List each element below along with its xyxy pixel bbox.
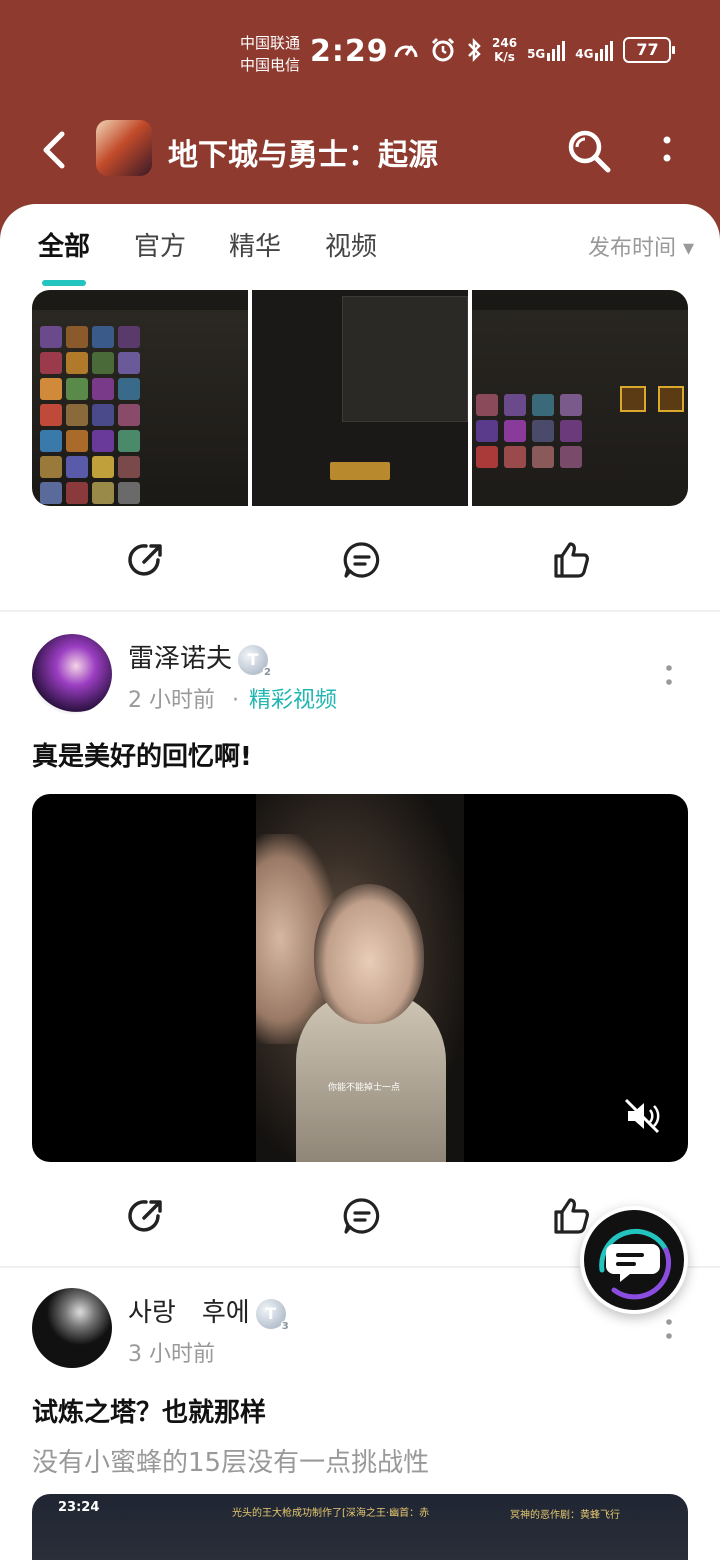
signal-1-label: 5G (527, 47, 546, 61)
floating-chat-button[interactable] (580, 1206, 688, 1314)
username-text: 雷泽诺夫 (128, 644, 233, 674)
badge-letter: T (265, 1303, 277, 1323)
filter-tabs: 全部 官方 精华 视频 发布时间 ▾ (0, 226, 720, 286)
signal-bars-icon (595, 39, 614, 61)
chat-bubble-icon (599, 1228, 672, 1300)
thumb-text: 冥神的恶作剧：黄蜂飞行 (510, 1510, 620, 1521)
sort-dropdown[interactable]: 发布时间 ▾ (588, 230, 694, 262)
back-button[interactable] (36, 128, 76, 172)
carrier-1: 中国联通 (240, 34, 301, 52)
share-button[interactable] (124, 538, 168, 582)
battery-indicator: 77 (623, 37, 676, 63)
net-speed-value: 246 (492, 36, 518, 50)
net-speed: 246 K/s (492, 36, 517, 64)
signal-2-label: 4G (575, 47, 594, 61)
post-image[interactable]: 23:24 光头的王大枪成功制作了[深海之王·幽首：赤 冥神的恶作剧：黄蜂飞行 (32, 1494, 688, 1560)
carrier-2: 中国电信 (240, 56, 301, 74)
search-button[interactable] (566, 128, 612, 174)
feed-panel: 全部 官方 精华 视频 发布时间 ▾ 雷泽诺夫 T 2 2 小时前 · 精彩视频… (0, 204, 720, 1560)
post-tag[interactable]: 精彩视频 (249, 688, 337, 713)
avatar[interactable] (32, 634, 112, 714)
alarm-icon (431, 37, 455, 62)
post-image[interactable] (252, 290, 468, 506)
post-more-button[interactable] (664, 660, 674, 690)
post-header: 雷泽诺夫 T 2 2 小时前 · 精彩视频 (32, 634, 688, 714)
post-title[interactable]: 试炼之塔？也就那样 (32, 1392, 266, 1429)
thumbs-up-icon (554, 542, 589, 578)
thumb-text: 光头的王大枪成功制作了[深海之王·幽首：赤 (232, 1508, 430, 1519)
meta-separator: · (232, 688, 239, 713)
chevron-left-icon (43, 131, 65, 169)
avatar[interactable] (32, 1288, 112, 1368)
more-vertical-icon (666, 665, 672, 685)
status-bar: 中国联通 中国电信 2:29 246 K/s 5G 4G 77 (0, 0, 720, 100)
signal-1: 5G (527, 39, 566, 61)
more-vertical-icon (666, 1319, 672, 1339)
tab-featured[interactable]: 精华 (229, 226, 281, 263)
username[interactable]: 사랑 후에 T 3 (128, 1292, 290, 1333)
like-button[interactable] (550, 538, 594, 582)
tab-all[interactable]: 全部 (38, 226, 90, 263)
post-image[interactable] (32, 290, 248, 506)
tab-video[interactable]: 视频 (325, 226, 377, 263)
mute-button[interactable] (622, 1096, 662, 1136)
username[interactable]: 雷泽诺夫 T 2 (128, 638, 273, 679)
app-header: 地下城与勇士：起源 (0, 110, 720, 190)
post-image-grid (32, 290, 688, 506)
post-divider (0, 610, 720, 612)
share-icon (128, 544, 162, 576)
post-meta: 3 小时前 (128, 1336, 215, 1368)
volume-mute-icon (624, 1098, 660, 1134)
tab-active-indicator (42, 280, 86, 286)
video-subtitle: 你能不能掉士一点 (328, 1083, 401, 1093)
comment-button[interactable] (340, 538, 384, 582)
username-text: 사랑 후에 (128, 1298, 250, 1328)
status-clock: 2:29 (310, 34, 389, 69)
share-button[interactable] (124, 1194, 168, 1238)
comment-button[interactable] (340, 1194, 384, 1238)
comment-icon (343, 1198, 380, 1234)
post-more-button[interactable] (664, 1314, 674, 1344)
game-avatar[interactable] (96, 120, 152, 176)
badge-level: 2 (263, 666, 273, 679)
post-title[interactable]: 真是美好的回忆啊! (32, 736, 252, 773)
post-body[interactable]: 没有小蜜蜂的15层没有一点挑战性 (32, 1442, 429, 1479)
signal-bars-icon (547, 39, 566, 61)
search-icon (568, 130, 611, 173)
status-icons: 246 K/s 5G 4G 77 (392, 36, 676, 64)
video-player[interactable]: 你能不能掉士一点 (32, 794, 688, 1162)
share-icon (128, 1200, 162, 1232)
badge-letter: T (247, 649, 259, 669)
page-title: 地下城与勇士：起源 (168, 138, 438, 173)
speedometer-icon (394, 45, 418, 58)
net-speed-unit: K/s (494, 50, 515, 64)
post-time: 2 小时前 (128, 688, 215, 713)
carrier-info: 中国联通 中国电信 (240, 32, 300, 76)
more-vertical-icon (663, 136, 671, 162)
tab-official[interactable]: 官方 (134, 226, 186, 263)
comment-icon (343, 542, 380, 578)
post-time: 3 小时前 (128, 1342, 215, 1367)
post-actions (0, 530, 720, 590)
bluetooth-icon (468, 37, 481, 63)
user-level-badge: T2 (238, 644, 273, 679)
post-meta: 2 小时前 · 精彩视频 (128, 682, 337, 714)
user-level-badge: T3 (255, 1298, 290, 1333)
video-frame: 你能不能掉士一点 (256, 794, 464, 1162)
signal-2: 4G (575, 39, 614, 61)
post-image[interactable] (472, 290, 688, 506)
badge-level: 3 (280, 1320, 290, 1333)
more-options-button[interactable] (652, 130, 682, 170)
thumb-time: 23:24 (58, 1500, 100, 1515)
